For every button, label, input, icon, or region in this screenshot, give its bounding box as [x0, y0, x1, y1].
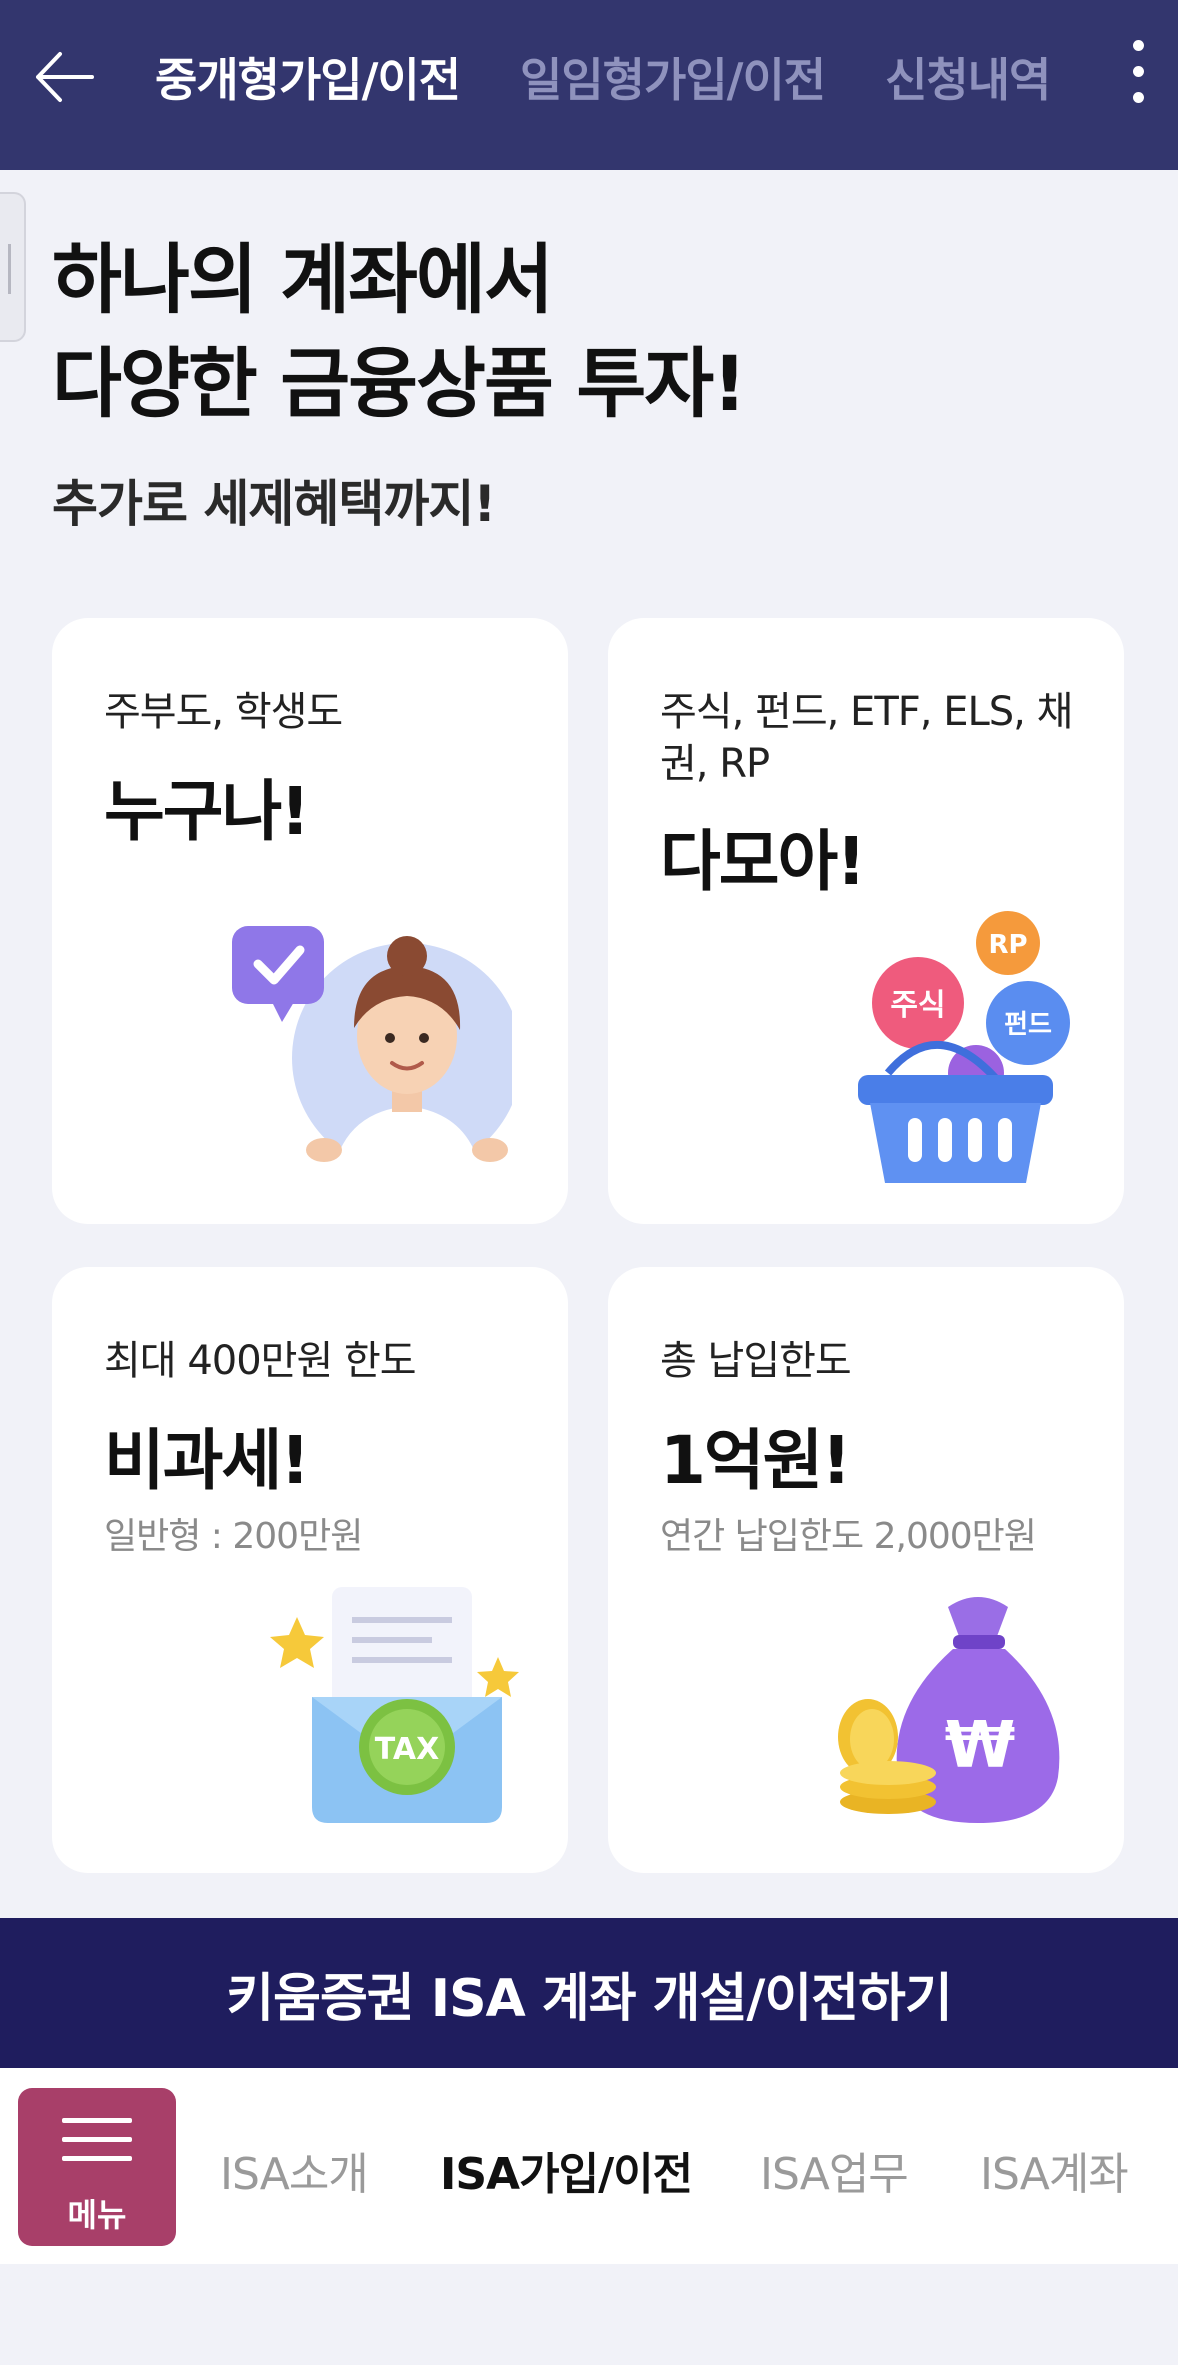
card-headline: 다모아!: [660, 823, 866, 900]
feature-card-tax-free: 최대 400만원 한도 비과세! 일반형 : 200만원 TAX: [52, 1267, 568, 1873]
kebab-menu-icon[interactable]: [1128, 40, 1148, 120]
card-subtitle: 주부도, 학생도: [104, 689, 343, 735]
basket-icon: 주식 RP 펀드: [858, 911, 1070, 1183]
tax-badge-label: TAX: [375, 1732, 439, 1767]
nav-item-isa-join-transfer[interactable]: ISA가입/이전: [440, 2138, 693, 2202]
card-headline: 누구나!: [104, 773, 310, 850]
menu-button-label: 메뉴: [67, 2196, 127, 2234]
card-headline: 비과세!: [104, 1422, 310, 1499]
person-check-icon: [232, 926, 512, 1178]
nav-item-isa-services[interactable]: ISA업무: [760, 2138, 909, 2202]
tab-application-history[interactable]: 신청내역: [885, 45, 1051, 115]
won-badge-label: ₩: [945, 1709, 1016, 1783]
hero-subtitle: 추가로 세제혜택까지!: [52, 475, 496, 533]
hero-section: 하나의 계좌에서 다양한 금융상품 투자! 추가로 세제혜택까지!: [52, 228, 1132, 536]
card-headline: 1억원!: [660, 1422, 851, 1499]
open-account-button[interactable]: 키움증권 ISA 계좌 개설/이전하기: [0, 1918, 1178, 2068]
top-app-bar: 중개형가입/이전 일임형가입/이전 신청내역: [0, 0, 1178, 170]
card-note: 일반형 : 200만원: [104, 1516, 363, 1557]
fund-ball-label: 펀드: [1004, 1010, 1052, 1040]
rp-ball-label: RP: [988, 930, 1027, 960]
hamburger-icon: [62, 2118, 132, 2175]
feature-card-anyone: 주부도, 학생도 누구나!: [52, 618, 568, 1224]
arrow-left-icon[interactable]: [30, 42, 100, 112]
tab-discretionary-open-transfer[interactable]: 일임형가입/이전: [520, 45, 826, 115]
bottom-navigation: 메뉴 ISA소개 ISA가입/이전 ISA업무 ISA계좌: [0, 2068, 1178, 2264]
tab-brokerage-open-transfer[interactable]: 중개형가입/이전: [155, 45, 461, 115]
menu-button[interactable]: 메뉴: [18, 2088, 176, 2246]
stock-ball-label: 주식: [890, 988, 945, 1023]
money-bag-icon: ₩: [838, 1597, 1060, 1823]
nav-item-isa-account[interactable]: ISA계좌: [980, 2138, 1129, 2202]
card-note: 연간 납입한도 2,000만원: [660, 1516, 1037, 1557]
card-subtitle: 주식, 펀드, ETF, ELS, 채권, RP: [660, 689, 1073, 787]
hero-title-line1: 하나의 계좌에서: [52, 235, 554, 324]
nav-item-isa-intro[interactable]: ISA소개: [220, 2138, 369, 2202]
tab-bar: 중개형가입/이전 일임형가입/이전 신청내역: [155, 45, 1075, 115]
feature-card-total-limit: 총 납입한도 1억원! 연간 납입한도 2,000만원 ₩: [608, 1267, 1124, 1873]
hero-title-line2: 다양한 금융상품 투자!: [52, 339, 747, 428]
tax-envelope-icon: TAX: [270, 1587, 519, 1823]
side-drawer-handle[interactable]: [0, 192, 26, 342]
feature-card-all-products: 주식, 펀드, ETF, ELS, 채권, RP 다모아! 주식 RP 펀드: [608, 618, 1124, 1224]
card-subtitle: 총 납입한도: [660, 1338, 852, 1384]
card-subtitle: 최대 400만원 한도: [104, 1338, 417, 1384]
